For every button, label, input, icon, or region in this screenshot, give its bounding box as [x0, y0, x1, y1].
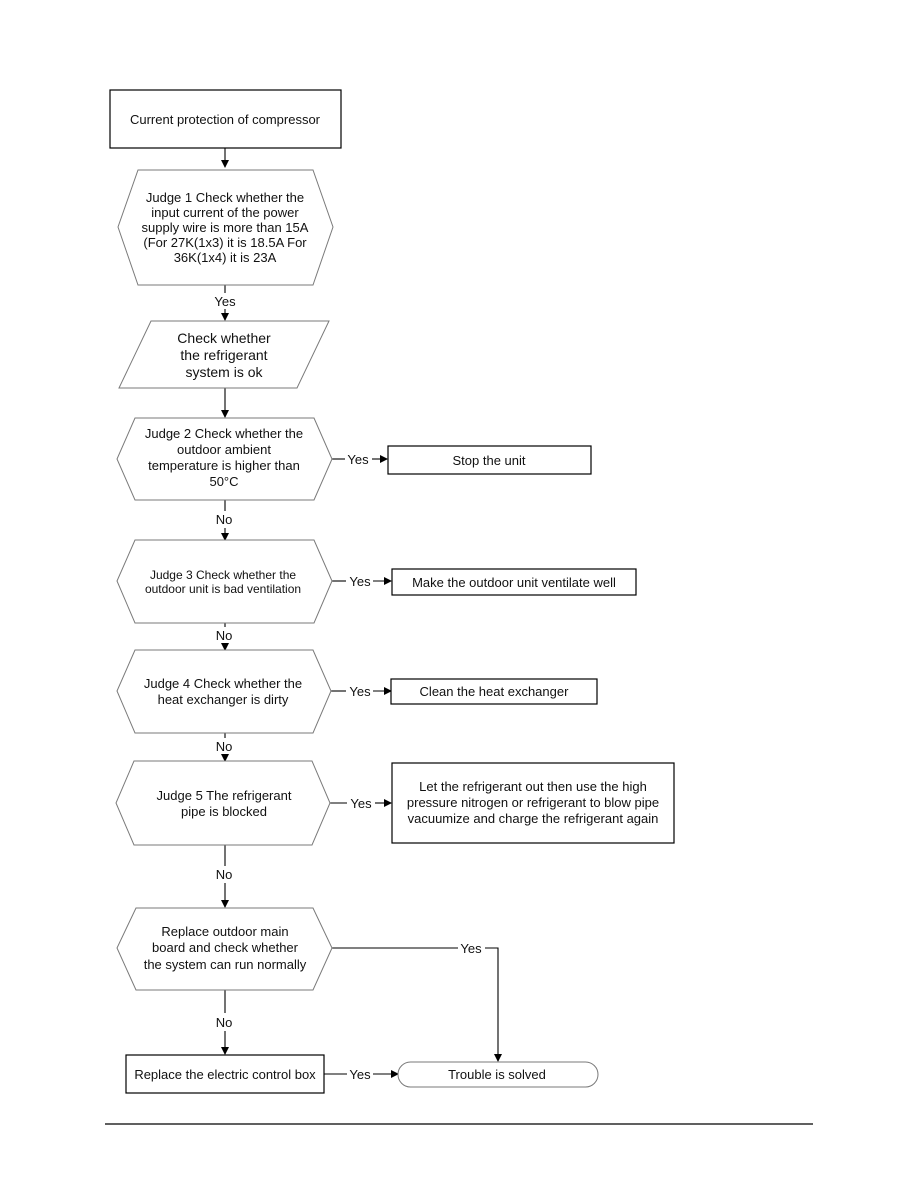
edge-label-yes: Yes	[460, 941, 482, 956]
node-check-refrigerant-line: the refrigerant	[180, 347, 267, 363]
node-judge3-line: Judge 3 Check whether the	[150, 568, 296, 582]
edge-label-no: No	[216, 739, 233, 754]
node-judge2-line: temperature is higher than	[148, 458, 300, 473]
node-check-refrigerant-line: system is ok	[185, 364, 263, 380]
node-blow-pipe-line: Let the refrigerant out then use the hig…	[419, 779, 647, 794]
node-judge1: Judge 1 Check whether the input current …	[117, 169, 334, 286]
node-judge3-line: outdoor unit is bad ventilation	[145, 582, 301, 596]
node-judge1-line: (For 27K(1x3) it is 18.5A For	[143, 235, 307, 250]
edge-label-yes: Yes	[349, 574, 371, 589]
node-blow-pipe: Let the refrigerant out then use the hig…	[391, 762, 675, 844]
node-replace-board-line: board and check whether	[152, 940, 299, 955]
node-judge5-line: Judge 5 The refrigerant	[157, 788, 292, 803]
node-check-refrigerant: Check whether the refrigerant system is …	[118, 320, 330, 389]
node-judge4: Judge 4 Check whether the heat exchanger…	[116, 649, 332, 734]
node-judge1-line: 36K(1x4) it is 23A	[174, 250, 277, 265]
node-replace-box: Replace the electric control box	[125, 1054, 325, 1094]
edge-label-no: No	[216, 1015, 233, 1030]
node-judge2-line: 50°C	[209, 474, 238, 489]
node-clean-hx-text: Clean the heat exchanger	[420, 684, 570, 699]
flowchart: Yes Yes No Yes No Yes No Yes No Yes No Y…	[105, 89, 813, 1125]
node-ventilate-text: Make the outdoor unit ventilate well	[412, 575, 616, 590]
node-blow-pipe-line: vacuumize and charge the refrigerant aga…	[408, 811, 659, 826]
node-start-text: Current protection of compressor	[130, 112, 321, 127]
node-replace-board-line: Replace outdoor main	[161, 924, 288, 939]
node-replace-board: Replace outdoor main board and check whe…	[116, 907, 333, 991]
node-judge2: Judge 2 Check whether the outdoor ambien…	[116, 417, 333, 501]
node-check-refrigerant-line: Check whether	[177, 330, 271, 346]
node-blow-pipe-line: pressure nitrogen or refrigerant to blow…	[407, 795, 659, 810]
edge-label-yes: Yes	[349, 1067, 371, 1082]
node-stop-unit-text: Stop the unit	[453, 453, 526, 468]
node-judge1-line: input current of the power	[151, 205, 299, 220]
node-replace-box-text: Replace the electric control box	[134, 1067, 316, 1082]
edge-label-no: No	[216, 512, 233, 527]
node-judge5-line: pipe is blocked	[181, 804, 267, 819]
node-judge3: Judge 3 Check whether the outdoor unit i…	[116, 539, 333, 624]
node-solved-text: Trouble is solved	[448, 1067, 546, 1082]
node-judge1-line: Judge 1 Check whether the	[146, 190, 304, 205]
node-replace-board-line: the system can run normally	[144, 957, 307, 972]
node-solved: Trouble is solved	[397, 1061, 599, 1088]
edge-label-yes: Yes	[349, 684, 371, 699]
node-judge4-line: Judge 4 Check whether the	[144, 676, 302, 691]
edge-label-no: No	[216, 867, 233, 882]
node-judge5: Judge 5 The refrigerant pipe is blocked	[115, 760, 331, 846]
edge-label-yes: Yes	[347, 452, 369, 467]
edge-board-solved-b	[485, 947, 502, 1062]
node-judge2-line: outdoor ambient	[177, 442, 271, 457]
edge-label-no: No	[216, 628, 233, 643]
node-judge4-line: heat exchanger is dirty	[158, 692, 289, 707]
node-start: Current protection of compressor	[109, 89, 342, 149]
node-judge1-line: supply wire is more than 15A	[142, 220, 309, 235]
edge-label-yes: Yes	[214, 294, 236, 309]
node-stop-unit: Stop the unit	[387, 445, 592, 475]
edge-label-yes: Yes	[350, 796, 372, 811]
node-clean-hx: Clean the heat exchanger	[390, 678, 598, 705]
node-judge2-line: Judge 2 Check whether the	[145, 426, 303, 441]
node-ventilate: Make the outdoor unit ventilate well	[391, 568, 637, 596]
